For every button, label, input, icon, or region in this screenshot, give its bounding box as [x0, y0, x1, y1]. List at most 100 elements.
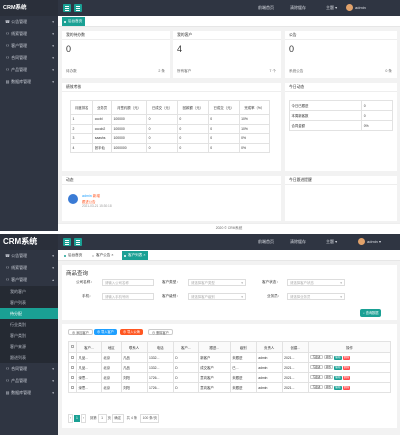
level-select[interactable]: 请选择客户级别 ▾ — [188, 293, 246, 300]
chevron-down-icon: ▾ — [52, 20, 54, 24]
import-customer-button[interactable]: ⊕ 导入客户 — [94, 329, 117, 335]
follow-up-button[interactable]: 写跟进 — [310, 385, 323, 389]
user-icon: ⚇ — [5, 277, 10, 282]
user-menu[interactable]: admin ▾ — [358, 234, 381, 250]
card-title: 我的客户 — [173, 31, 281, 40]
today-table: 今日已跟进 0 本周新客数 0 合同金额 0% — [288, 100, 393, 131]
select-all-checkbox[interactable] — [68, 341, 77, 353]
chevron-down-icon: ▾ — [52, 56, 54, 60]
user-menu[interactable]: admin — [346, 0, 366, 16]
delete-button[interactable]: 删除 — [342, 376, 351, 380]
follow-up-button[interactable]: 写跟进 — [310, 365, 323, 369]
export-seas-button[interactable]: ⊕ 导入公海 — [120, 329, 143, 335]
next-page-icon[interactable]: › — [80, 414, 86, 423]
type-select[interactable]: 请选择客户类型 ▾ — [188, 279, 246, 286]
delete-button[interactable]: 删除 — [342, 366, 351, 370]
company-input[interactable]: 请输入公司名称 — [102, 279, 154, 286]
theme-menu[interactable]: 主题 ▾ — [326, 0, 337, 16]
sidebar-item-unassigned[interactable]: 待分配 — [0, 308, 58, 319]
sidebar-item-my-customers[interactable]: 我的客户 — [0, 286, 58, 297]
transfer-button[interactable]: 转移 — [323, 355, 334, 359]
sidebar-item-customer-list[interactable]: 客户列表 — [0, 297, 58, 308]
chevron-down-icon: ▾ — [52, 32, 54, 36]
frontend-home-link[interactable]: 前端首页 — [258, 0, 274, 16]
clear-cache-link[interactable]: 清除缓存 — [290, 234, 306, 250]
prev-page-icon[interactable]: ‹ — [68, 414, 73, 423]
edit-button[interactable]: 编辑 — [334, 366, 342, 370]
sidebar-item-contracts[interactable]: ⚇ 合同管理 ▾ — [0, 52, 58, 64]
phone-input[interactable]: 请输入手机号码 — [102, 293, 154, 300]
user-icon: ⚇ — [5, 67, 10, 72]
edit-button[interactable]: 编辑 — [334, 386, 342, 390]
card-title: 动态 — [62, 176, 281, 185]
delete-button[interactable]: 删除 — [342, 386, 351, 390]
card-title: 绩效考核 — [62, 83, 281, 92]
top-bar: 前端首页 清除缓存 主题 ▾ admin — [58, 0, 400, 16]
sidebar-item-products[interactable]: ⚇ 产品管理 ▾ — [0, 64, 58, 76]
menu-toggle-icon[interactable] — [63, 238, 71, 246]
user-icon: ⚇ — [5, 366, 10, 371]
sidebar-item-customer-type[interactable]: 客户类别 — [0, 330, 58, 341]
clear-cache-link[interactable]: 清除缓存 — [290, 0, 306, 16]
transfer-button[interactable]: 转移 — [323, 385, 334, 389]
page-1-button[interactable]: 1 — [73, 415, 80, 422]
grid-icon[interactable] — [74, 238, 82, 246]
status-select[interactable]: 请选择客户状态 ▾ — [287, 279, 345, 286]
sidebar-item-notice[interactable]: ☎ 公告管理 ▾ — [0, 250, 58, 262]
row-actions: 写跟进 转移 编辑 删除 — [307, 362, 392, 373]
owner-select[interactable]: 请选择业务员 ▾ — [287, 293, 345, 300]
sidebar-item-products[interactable]: ⚇ 产品管理 ▾ — [0, 375, 58, 387]
app-logo: CRM系统 — [0, 0, 58, 16]
user-icon: ⚇ — [5, 378, 10, 383]
sidebar-item-notice[interactable]: ☎ 公告管理 ▾ — [0, 16, 58, 28]
activity-card: 动态 admin 新增 跟进公告 2021-03-21 15:30:18 — [62, 176, 281, 221]
delete-customer-button[interactable]: ⊖ 删除客户 — [148, 329, 173, 335]
tab-home[interactable]: 后台首页 — [62, 251, 85, 260]
table-row: 凡品... 北京 凡品 1332... D 成交客户 已... admin 2021... 写跟… — [68, 362, 392, 373]
follow-up-button[interactable]: 写跟进 — [310, 355, 323, 359]
chevron-down-icon: ▾ — [340, 281, 342, 285]
sidebar-item-database[interactable]: ▤ 数据库管理 ▾ — [0, 76, 58, 88]
table-row: 今日已跟进 0 — [288, 100, 393, 111]
sidebar-item-customers[interactable]: ⚇ 客户管理 ▾ — [0, 40, 58, 52]
sidebar-item-database[interactable]: ▤ 数据库管理 ▾ — [0, 387, 58, 399]
search-title: 商品查询 — [66, 271, 89, 277]
sidebar-item-customer-source[interactable]: 客户来源 — [0, 341, 58, 352]
search-button[interactable]: ⌕ 查询数据 — [360, 309, 382, 317]
tab-customer-notice[interactable]: 客户公告 × — [90, 251, 116, 260]
chevron-down-icon: ▾ — [52, 379, 54, 383]
transfer-button[interactable]: 转移 — [323, 375, 334, 379]
follow-up-button[interactable]: 写跟进 — [310, 375, 323, 379]
delete-button[interactable]: 删除 — [342, 356, 351, 360]
grid-icon[interactable] — [74, 4, 82, 12]
sidebar-item-leads[interactable]: ⚇ 线索管理 ▾ — [0, 28, 58, 40]
transfer-button[interactable]: 转移 — [323, 365, 334, 369]
menu-toggle-icon[interactable] — [63, 4, 71, 12]
sidebar-item-leads[interactable]: ⚇ 线索管理 ▾ — [0, 262, 58, 274]
sidebar-item-contracts[interactable]: ⚇ 合同管理 ▾ — [0, 363, 58, 375]
card-sub: 系统公告 — [289, 69, 304, 73]
row-actions: 写跟进 转移 编辑 删除 — [307, 382, 392, 393]
page-jump-input[interactable]: 1 — [97, 414, 107, 423]
per-page-select[interactable]: 100 条/页 — [140, 414, 160, 423]
tab-customer-list[interactable]: 客户列表 × — [122, 251, 149, 260]
row-checkbox[interactable] — [68, 362, 77, 373]
row-checkbox[interactable] — [68, 372, 77, 383]
top-bar: 前端首页 清除缓存 主题 ▾ admin ▾ — [58, 234, 400, 250]
theme-menu[interactable]: 主题 ▾ — [326, 234, 337, 250]
database-icon: ▤ — [5, 390, 10, 395]
sidebar-item-industry[interactable]: 行业类别 — [0, 319, 58, 330]
confirm-page-button[interactable]: 确定 — [111, 414, 124, 423]
tab-home[interactable]: 后台首页 — [62, 17, 86, 26]
owner-label: 业务员： — [267, 294, 282, 298]
add-customer-button[interactable]: ⊕ 添加客户 — [68, 329, 93, 335]
sidebar-item-customers[interactable]: ⚇ 客户管理 ▴ — [0, 274, 58, 286]
card-count: 2 条 — [158, 69, 165, 73]
row-checkbox[interactable] — [68, 382, 77, 393]
row-checkbox[interactable] — [68, 352, 77, 363]
edit-button[interactable]: 编辑 — [334, 356, 342, 360]
edit-button[interactable]: 编辑 — [334, 376, 342, 380]
frontend-home-link[interactable]: 前端首页 — [258, 234, 274, 250]
performance-table: 月度排名 业务员 月签约额（元） 已成交（元） 回款额（元） 已成交（元） 完成… — [69, 100, 271, 153]
sidebar-item-followup-list[interactable]: 跟进列表 — [0, 352, 58, 363]
